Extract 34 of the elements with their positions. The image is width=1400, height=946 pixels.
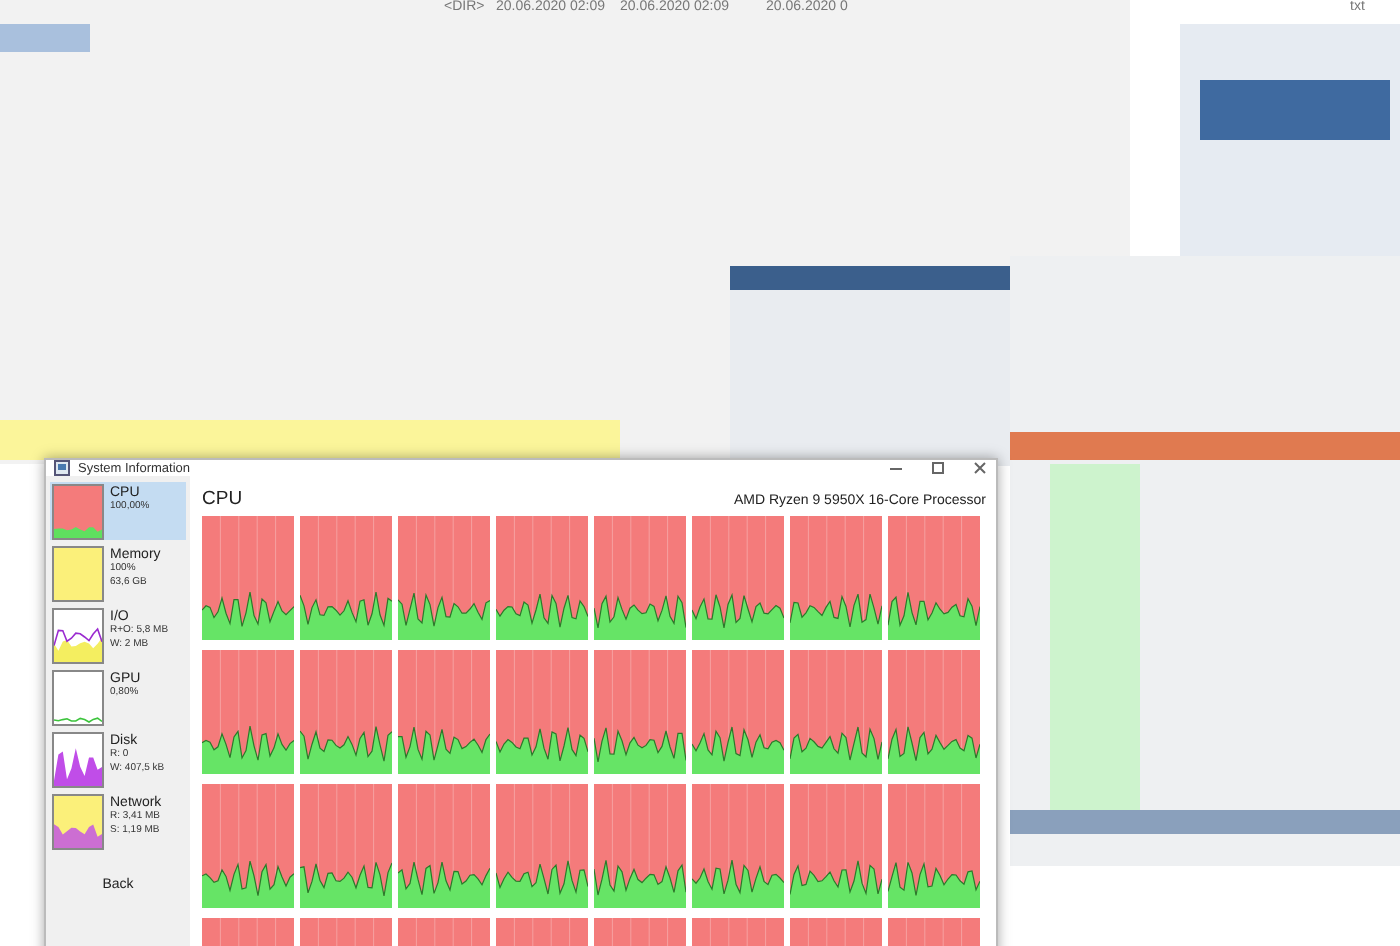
cpu-core-graph — [888, 516, 980, 640]
cpu-core-graph — [594, 516, 686, 640]
cpu-graph-thumbnail — [52, 484, 104, 540]
cpu-core-graph — [790, 784, 882, 908]
network-graph-thumbnail — [52, 794, 104, 850]
memory-graph-thumbnail — [52, 546, 104, 602]
cpu-core-graph — [594, 650, 686, 774]
cpu-core-graph — [692, 516, 784, 640]
cpu-core-graph — [202, 784, 294, 908]
cpu-core-graph — [300, 650, 392, 774]
cpu-core-graph — [790, 650, 882, 774]
cpu-core-graph — [790, 516, 882, 640]
cpu-core-graph — [888, 650, 980, 774]
cpu-core-graph — [692, 650, 784, 774]
cpu-core-graph — [300, 784, 392, 908]
maximize-icon[interactable] — [930, 460, 946, 476]
cpu-core-graph — [398, 516, 490, 640]
cpu-core-graph — [496, 516, 588, 640]
close-icon[interactable] — [972, 460, 988, 476]
cpu-core-graph — [594, 784, 686, 908]
cpu-core-graph — [692, 784, 784, 908]
panel-title: CPU — [202, 488, 243, 510]
cpu-core-graph — [202, 516, 294, 640]
cpu-core-graph — [398, 784, 490, 908]
cpu-core-graph — [202, 650, 294, 774]
cpu-core-graph — [398, 650, 490, 774]
disk-graph-thumbnail — [52, 732, 104, 788]
cpu-core-graph — [888, 784, 980, 908]
gpu-graph-thumbnail — [52, 670, 104, 726]
app-icon — [54, 460, 70, 476]
io-graph-thumbnail — [52, 608, 104, 664]
cpu-core-graph — [496, 784, 588, 908]
cpu-core-graph — [496, 650, 588, 774]
cpu-core-graph — [300, 516, 392, 640]
